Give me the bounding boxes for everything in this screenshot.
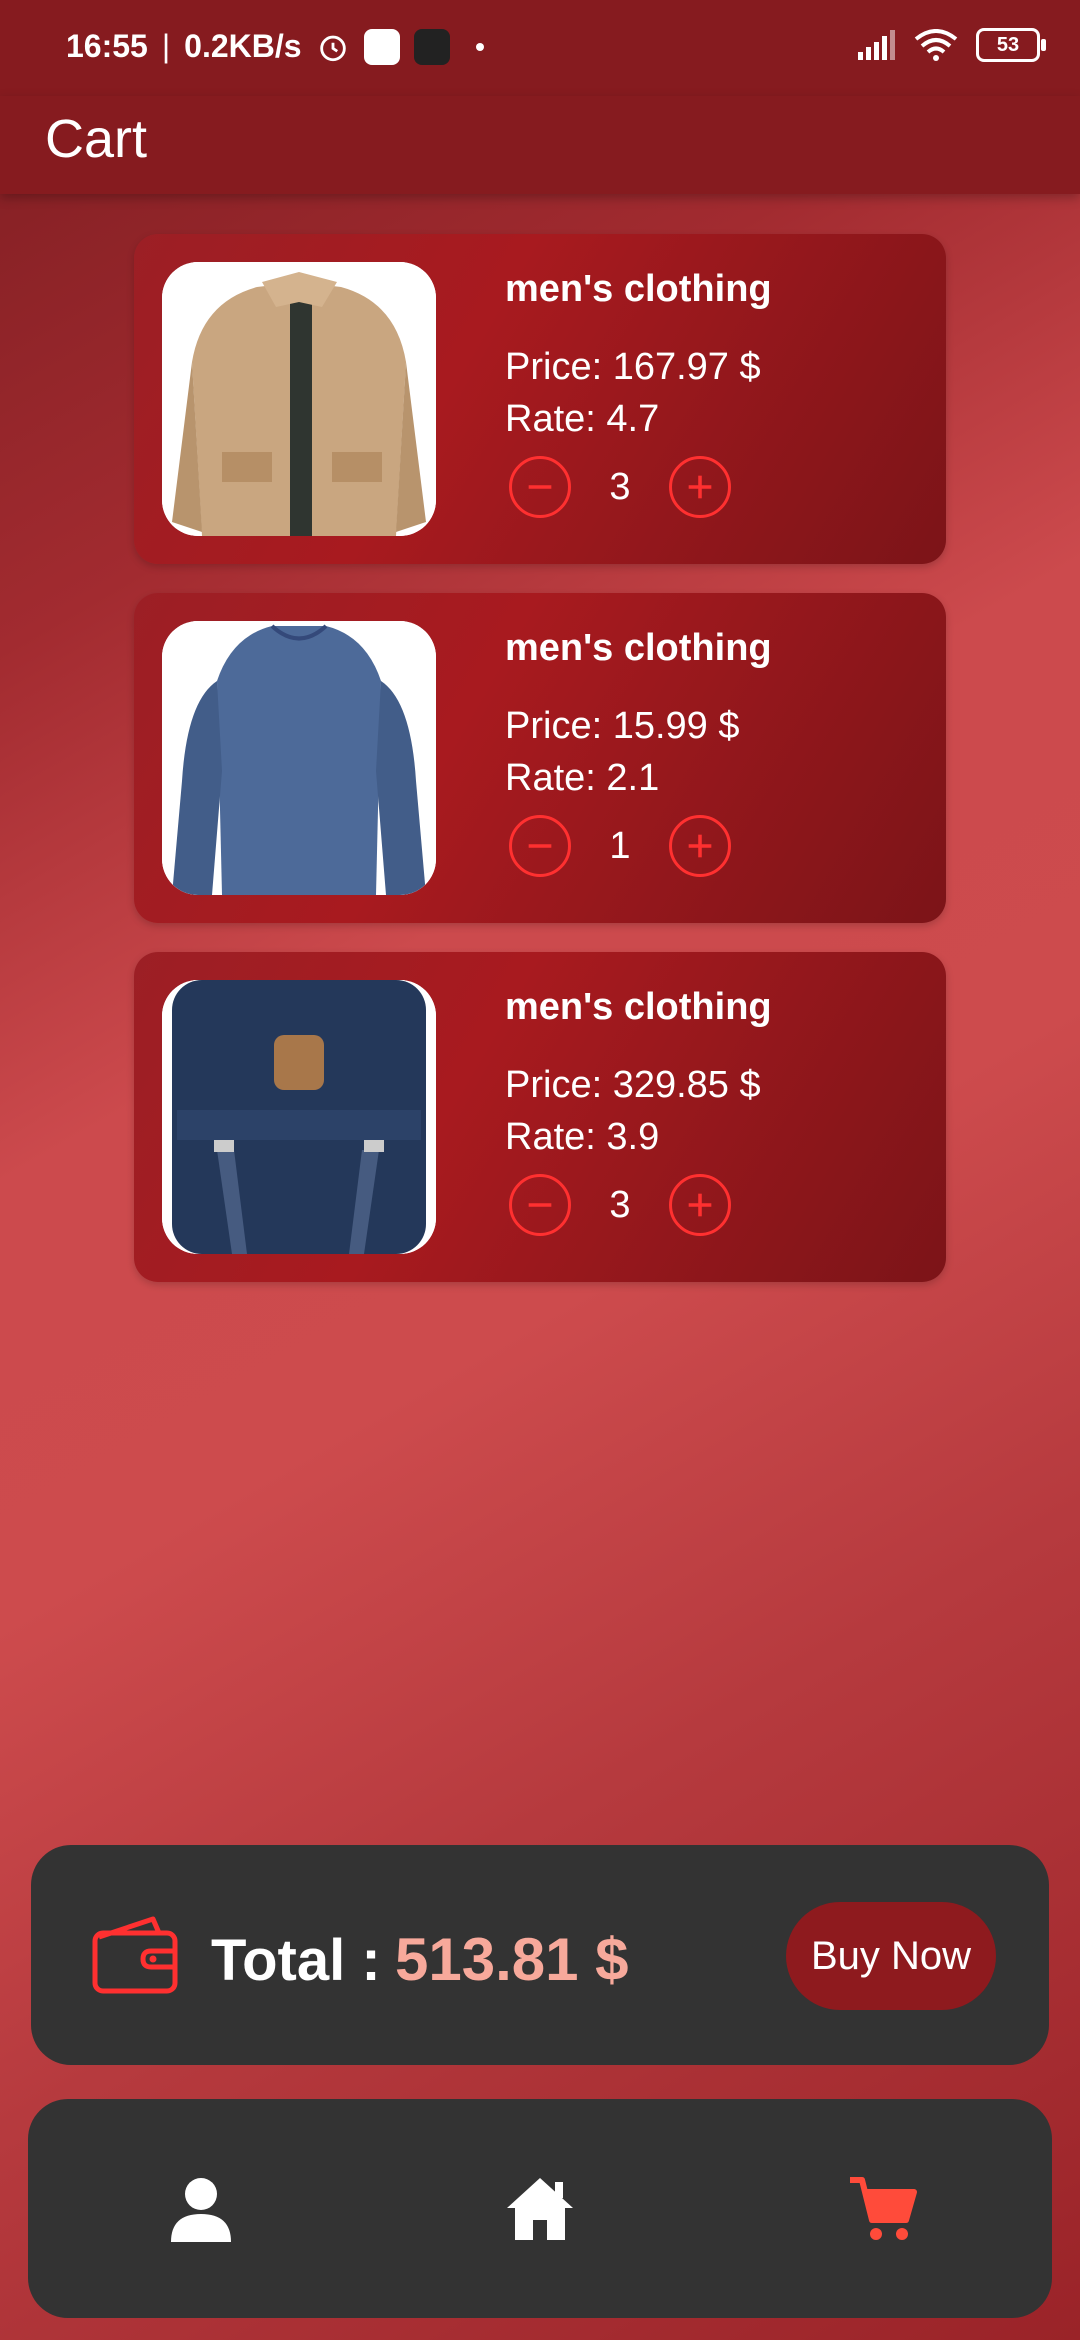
app-bar: Cart xyxy=(0,96,1080,194)
quantity-value: 3 xyxy=(609,465,631,508)
quantity-stepper: 3 xyxy=(509,452,731,522)
product-image-shirt xyxy=(162,621,436,895)
home-icon xyxy=(507,2178,573,2240)
plus-icon xyxy=(688,1193,712,1217)
item-category: men's clothing xyxy=(505,986,772,1028)
app-notification-icon xyxy=(363,28,400,65)
signal-icon xyxy=(858,30,895,60)
status-right: 53 xyxy=(856,28,1046,62)
item-price: Price: 329.85 $ xyxy=(505,1064,761,1106)
decrease-quantity-button[interactable] xyxy=(509,456,571,518)
quantity-value: 3 xyxy=(609,1183,631,1226)
page-title: Cart xyxy=(45,109,148,169)
increase-quantity-button[interactable] xyxy=(669,456,731,518)
more-notifications-icon xyxy=(475,42,484,51)
minus-icon xyxy=(528,1203,552,1207)
total-value: 513.81 $ xyxy=(395,1926,629,1993)
item-rate: Rate: 2.1 xyxy=(505,757,660,799)
battery-icon: 53 xyxy=(976,28,1046,62)
decrease-quantity-button[interactable] xyxy=(509,815,571,877)
item-rate: Rate: 4.7 xyxy=(505,398,660,440)
buy-now-button[interactable]: Buy Now xyxy=(786,1902,996,2010)
alarm-icon xyxy=(319,35,346,61)
nav-profile[interactable] xyxy=(166,2174,236,2244)
quantity-stepper: 1 xyxy=(509,811,731,881)
battery-level: 53 xyxy=(996,33,1020,56)
wifi-icon xyxy=(914,29,958,61)
increase-quantity-button[interactable] xyxy=(669,815,731,877)
increase-quantity-button[interactable] xyxy=(669,1174,731,1236)
cart-item[interactable]: men's clothing Price: 15.99 $ Rate: 2.1 … xyxy=(134,593,946,923)
plus-icon xyxy=(688,475,712,499)
status-left: 16:55 | 0.2KB/s xyxy=(66,28,484,65)
status-time: 16:55 xyxy=(66,28,148,64)
item-category: men's clothing xyxy=(505,627,772,669)
total-bar: Total : 513.81 $ Buy Now xyxy=(31,1845,1049,2065)
bottom-nav xyxy=(28,2099,1052,2318)
network-speed: 0.2KB/s xyxy=(184,28,302,64)
cart-item[interactable]: men's clothing Price: 167.97 $ Rate: 4.7… xyxy=(134,234,946,564)
quantity-value: 1 xyxy=(609,824,631,867)
minus-icon xyxy=(528,485,552,489)
cart-list: men's clothing Price: 167.97 $ Rate: 4.7… xyxy=(134,234,946,1311)
item-price: Price: 167.97 $ xyxy=(505,346,761,388)
item-rate: Rate: 3.9 xyxy=(505,1116,660,1158)
nav-cart[interactable] xyxy=(848,2174,918,2244)
total-label: Total : xyxy=(211,1928,381,1993)
status-separator: | xyxy=(161,28,171,64)
person-icon xyxy=(171,2178,231,2242)
product-image-jacket xyxy=(162,262,436,536)
item-category: men's clothing xyxy=(505,268,772,310)
plus-icon xyxy=(688,834,712,858)
quantity-stepper: 3 xyxy=(509,1170,731,1240)
cart-icon xyxy=(850,2177,917,2240)
status-bar: 16:55 | 0.2KB/s 53 xyxy=(0,0,1080,96)
nav-home[interactable] xyxy=(505,2174,575,2244)
item-price: Price: 15.99 $ xyxy=(505,705,740,747)
minus-icon xyxy=(528,844,552,848)
cart-item[interactable]: men's clothing Price: 329.85 $ Rate: 3.9… xyxy=(134,952,946,1282)
wallet-icon xyxy=(92,1916,178,1994)
decrease-quantity-button[interactable] xyxy=(509,1174,571,1236)
product-image-backpack xyxy=(162,980,436,1254)
app-notification-icon-2 xyxy=(413,28,450,65)
